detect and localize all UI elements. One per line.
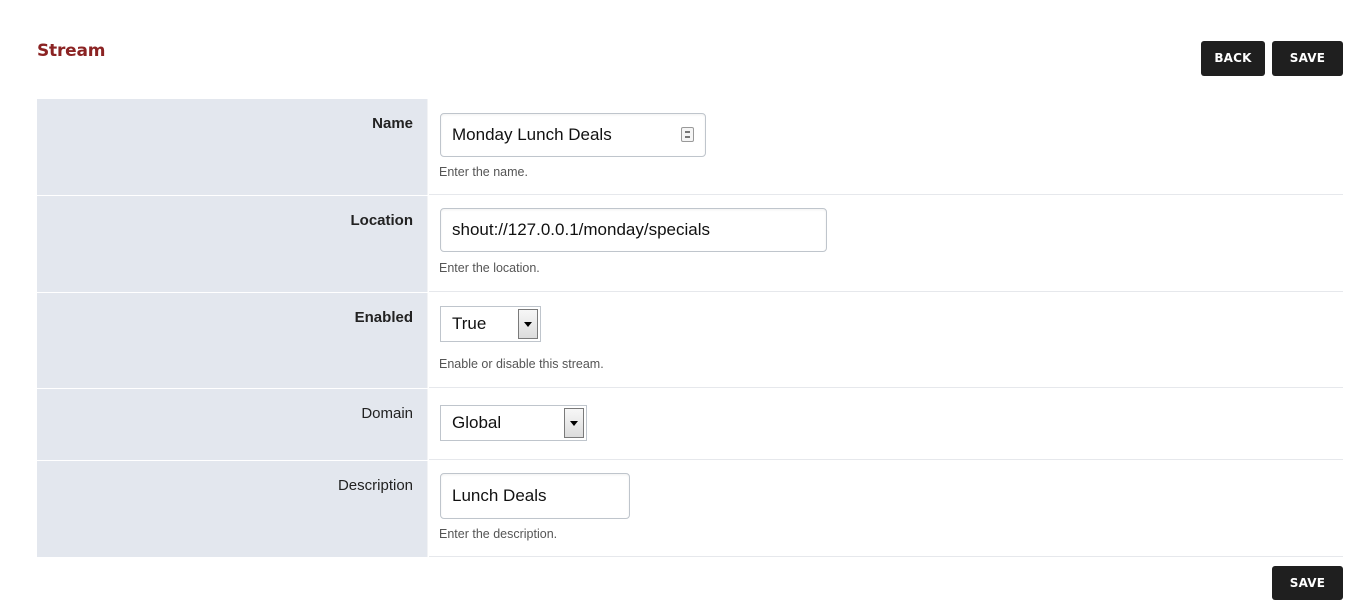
enabled-label: Enabled	[354, 309, 413, 326]
save-button-bottom[interactable]: SAVE	[1272, 566, 1343, 600]
field-cell-description: Lunch Deals Enter the description.	[429, 461, 1343, 557]
label-cell-enabled: Enabled	[37, 293, 428, 388]
form-row-domain: Domain Global	[37, 389, 1343, 460]
label-cell-description: Description	[37, 461, 428, 557]
location-input[interactable]: shout://127.0.0.1/monday/specials	[440, 208, 827, 252]
back-button[interactable]: BACK	[1201, 41, 1265, 76]
description-label: Description	[337, 477, 413, 494]
stream-edit-page: Stream BACK SAVE Name Monday Lunch Deals…	[0, 0, 1349, 600]
location-label: Location	[350, 212, 414, 229]
label-cell-domain: Domain	[37, 389, 428, 460]
name-label: Name	[372, 115, 413, 132]
enabled-hint: Enable or disable this stream.	[439, 357, 604, 371]
form-row-location: Location shout://127.0.0.1/monday/specia…	[37, 196, 1343, 292]
form-row-description: Description Lunch Deals Enter the descri…	[37, 461, 1343, 557]
name-hint: Enter the name.	[439, 165, 528, 179]
page-title: Stream	[37, 41, 106, 61]
description-input-value: Lunch Deals	[452, 486, 547, 505]
domain-select-value: Global	[452, 413, 502, 432]
form-row-enabled: Enabled True Enable or disable this stre…	[37, 293, 1343, 388]
label-cell-name: Name	[37, 99, 428, 195]
password-manager-key-icon[interactable]	[681, 127, 694, 142]
location-hint: Enter the location.	[439, 261, 540, 275]
field-cell-enabled: True Enable or disable this stream.	[429, 293, 1343, 388]
label-cell-location: Location	[37, 196, 428, 292]
enabled-select-value: True	[452, 314, 487, 333]
description-hint: Enter the description.	[439, 527, 558, 541]
location-input-value: shout://127.0.0.1/monday/specials	[452, 220, 710, 239]
enabled-select[interactable]: True	[440, 306, 541, 342]
description-input[interactable]: Lunch Deals	[440, 473, 630, 519]
form-row-name: Name Monday Lunch Deals Enter the name.	[37, 99, 1343, 195]
chevron-down-icon[interactable]	[564, 408, 584, 438]
domain-label: Domain	[361, 405, 413, 422]
name-input-value: Monday Lunch Deals	[452, 125, 612, 144]
domain-select[interactable]: Global	[440, 405, 587, 441]
save-button-top[interactable]: SAVE	[1272, 41, 1343, 76]
field-cell-location: shout://127.0.0.1/monday/specials Enter …	[429, 196, 1343, 292]
field-cell-domain: Global	[429, 389, 1343, 460]
chevron-down-icon[interactable]	[518, 309, 538, 339]
field-cell-name: Monday Lunch Deals Enter the name.	[429, 99, 1343, 195]
name-input[interactable]: Monday Lunch Deals	[440, 113, 706, 157]
